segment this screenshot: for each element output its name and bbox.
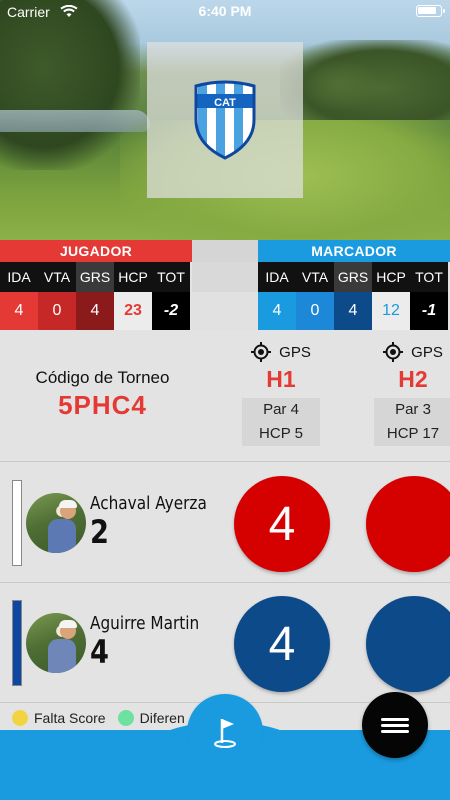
jugador-col-hcp: HCP 23 [114, 262, 152, 330]
avatar [26, 613, 86, 673]
player-name: Achaval Ayerza [90, 493, 207, 514]
golf-flag-icon [214, 719, 236, 748]
score-button-h1[interactable]: 4 [234, 476, 330, 572]
hole-info: Par 3 HCP 17 [374, 398, 450, 446]
col-label: HCP [114, 262, 152, 292]
club-shield-logo: CAT [194, 80, 256, 160]
col-label: HCP [372, 262, 410, 292]
hole-hcp: HCP 5 [259, 425, 303, 442]
score-legend: Falta Score Diferen [12, 710, 185, 726]
player-color-bar [12, 600, 22, 686]
marcador-col-hcp: HCP 12 [372, 262, 410, 330]
club-logo-panel: CAT [147, 42, 303, 198]
avatar [26, 493, 86, 553]
gps-button[interactable]: GPS [236, 342, 326, 362]
col-label: VTA [296, 262, 334, 292]
score-button-h2[interactable] [366, 476, 450, 572]
hamburger-menu-icon [381, 715, 409, 736]
crosshair-icon [251, 342, 272, 362]
col-value: 4 [0, 292, 38, 330]
gps-label: GPS [279, 343, 311, 361]
trees-center [300, 60, 380, 110]
marcador-col-grs: GRS 4 [334, 262, 372, 330]
col-value: 4 [258, 292, 296, 330]
col-label: VTA [38, 262, 76, 292]
battery-icon [416, 5, 445, 17]
status-time: 6:40 PM [198, 3, 252, 19]
player-color-bar [12, 480, 22, 566]
col-label: TOT [410, 262, 448, 292]
status-bar: Carrier 6:40 PM [0, 0, 450, 24]
jugador-col-ida: IDA 4 [0, 262, 38, 330]
hole-par: Par 4 [263, 401, 299, 418]
marcador-col-ida: IDA 4 [258, 262, 296, 330]
tournament-code-label: Código de Torneo [35, 368, 170, 387]
hole-name: H2 [398, 366, 428, 392]
col-value: 4 [76, 292, 114, 330]
gps-label: GPS [411, 343, 443, 361]
score-summary-band: JUGADOR IDA 4 VTA 0 GRS 4 HCP 23 TOT -2 … [0, 240, 450, 330]
col-value: 12 [372, 292, 410, 330]
player-name: Aguirre Martin [90, 613, 200, 634]
score-button-h1[interactable]: 4 [234, 596, 330, 692]
jugador-header: JUGADOR [0, 240, 192, 262]
col-value: 4 [334, 292, 372, 330]
tournament-section: Código de Torneo 5PHC4 GPS H1 Par 4 HCP … [0, 330, 450, 462]
hole-hcp: HCP 17 [386, 425, 440, 442]
col-label: GRS [334, 262, 372, 292]
jugador-col-tot: TOT -2 [152, 262, 190, 330]
hole-flag-button[interactable] [187, 694, 263, 770]
hole-par: Par 3 [395, 401, 431, 418]
player-row[interactable]: Achaval Ayerza 2 4 [0, 463, 450, 583]
player-handicap: 2 [90, 513, 109, 551]
marcador-col-tot: TOT -1 [410, 262, 448, 330]
hole-name: H1 [266, 366, 296, 392]
trees-left [0, 0, 140, 170]
gps-button[interactable]: GPS [368, 342, 450, 362]
player-handicap: 4 [90, 633, 109, 671]
hole-h2[interactable]: GPS H2 Par 3 HCP 17 [368, 342, 450, 446]
hole-h1[interactable]: GPS H1 Par 4 HCP 5 [236, 342, 326, 446]
jugador-col-vta: VTA 0 [38, 262, 76, 330]
jugador-columns: IDA 4 VTA 0 GRS 4 HCP 23 TOT -2 [0, 262, 190, 330]
marcador-col-vta: VTA 0 [296, 262, 334, 330]
col-value: 23 [114, 292, 152, 330]
col-value: 0 [296, 292, 334, 330]
band-spacer [192, 240, 258, 330]
legend-label: Diferen [139, 710, 185, 726]
marcador-columns: IDA 4 VTA 0 GRS 4 HCP 12 TOT -1 [258, 262, 448, 330]
menu-button[interactable] [362, 692, 428, 758]
col-label: TOT [152, 262, 190, 292]
col-label: IDA [0, 262, 38, 292]
tournament-code[interactable]: 5PHC4 [0, 390, 205, 421]
crosshair-icon [383, 342, 404, 362]
hole-info: Par 4 HCP 5 [242, 398, 320, 446]
legend-dot-green [117, 710, 134, 726]
col-value: 0 [38, 292, 76, 330]
marcador-header: MARCADOR [258, 240, 450, 262]
col-value: -2 [152, 292, 190, 330]
club-logo-text: CAT [214, 97, 236, 109]
player-row[interactable]: Aguirre Martin 4 4 [0, 583, 450, 703]
col-label: IDA [258, 262, 296, 292]
jugador-col-grs: GRS 4 [76, 262, 114, 330]
course-hero-image: CAT Carrier 6:40 PM [0, 0, 450, 240]
legend-label: Falta Score [34, 710, 106, 726]
legend-dot-yellow [12, 710, 28, 726]
col-value: -1 [410, 292, 448, 330]
col-label: GRS [76, 262, 114, 292]
score-button-h2[interactable] [366, 596, 450, 692]
